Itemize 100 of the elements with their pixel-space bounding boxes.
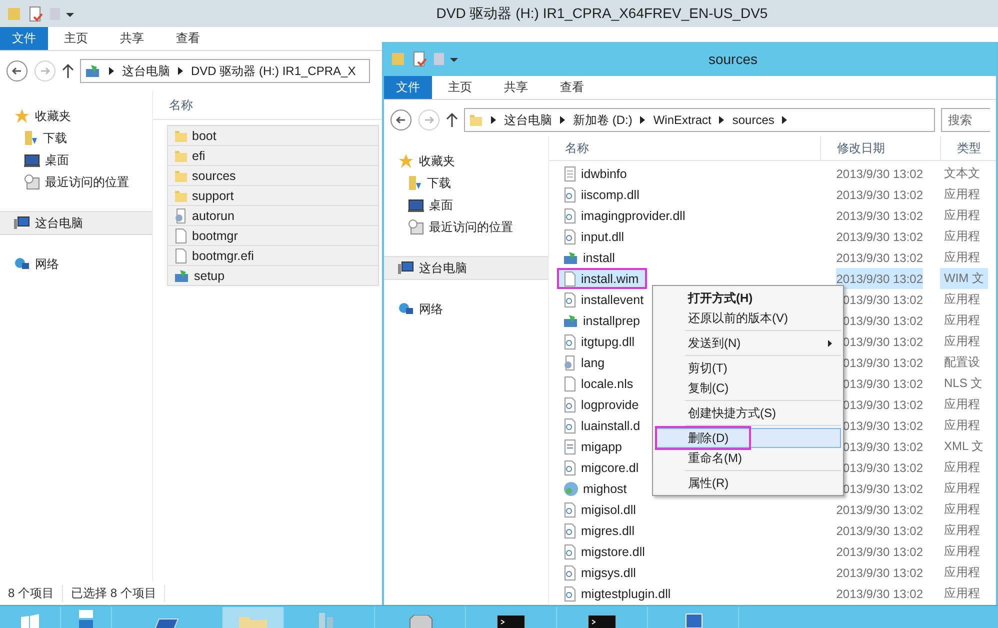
menu-item[interactable]: 发送到(N)	[655, 333, 841, 353]
server-manager-icon[interactable]	[78, 609, 94, 628]
drive-icon[interactable]	[407, 615, 433, 628]
address-bar[interactable]: 这台电脑 DVD 驱动器 (H:) IR1_CPRA_X	[80, 59, 370, 83]
nav-item[interactable]: 下载	[0, 127, 152, 149]
back-button[interactable]	[6, 60, 28, 82]
nav-item[interactable]: 这台电脑	[0, 211, 152, 235]
file-name[interactable]: migstore.dll	[557, 541, 653, 562]
desktop-icon	[408, 198, 424, 212]
file-row[interactable]: sources	[167, 165, 379, 186]
installer-icon	[563, 314, 579, 328]
nav-item[interactable]: 收藏夹	[384, 150, 548, 172]
window-title: DVD 驱动器 (H:) IR1_CPRA_X64FREV_EN-US_DV5	[435, 4, 769, 22]
column-header[interactable]: 类型	[941, 140, 981, 156]
nav-item[interactable]: 收藏夹	[0, 105, 152, 127]
file-name[interactable]: iiscomp.dll	[557, 184, 648, 205]
file-row[interactable]: setup	[167, 265, 379, 286]
file-row[interactable]: efi	[167, 145, 379, 166]
breadcrumb[interactable]: WinExtract	[653, 113, 712, 127]
breadcrumb[interactable]: DVD 驱动器 (H:) IR1_CPRA_X	[191, 62, 356, 80]
back-button[interactable]	[390, 109, 412, 131]
menu-item[interactable]: 剪切(T)	[655, 358, 841, 378]
menu-item[interactable]: 创建快捷方式(S)	[655, 403, 841, 423]
nav-item[interactable]: 网络	[0, 253, 152, 275]
file-name[interactable]: installevent	[557, 289, 652, 310]
column-header[interactable]: 修改日期	[821, 136, 941, 160]
ribbon-tab[interactable]: 主页	[48, 27, 104, 50]
up-arrow-icon[interactable]	[446, 113, 458, 127]
ribbon-tab[interactable]: 查看	[544, 76, 600, 99]
type-cell-text: NLS 文	[943, 375, 984, 392]
dll-file-icon	[563, 544, 577, 560]
nav-item[interactable]: 这台电脑	[384, 256, 548, 280]
nav-item[interactable]: 下载	[384, 172, 548, 194]
menu-item[interactable]: 属性(R)	[655, 473, 841, 493]
breadcrumb[interactable]: 新加卷 (D:)	[573, 112, 632, 128]
menu-item[interactable]: 打开方式(H)	[655, 288, 841, 308]
date-cell-text: 2013/9/30 13:02	[836, 586, 923, 602]
file-name[interactable]: itgtupg.dll	[557, 331, 643, 352]
column-header[interactable]: 名称	[153, 96, 193, 114]
nav-label: 这台电脑	[419, 260, 467, 276]
console-icon[interactable]	[497, 615, 525, 628]
ribbon-tab[interactable]: 文件	[384, 76, 432, 99]
file-row[interactable]: bootmgr.efi	[167, 245, 379, 266]
type-cell-text: 应用程	[943, 417, 981, 434]
ribbon-tab[interactable]: 共享	[488, 76, 544, 99]
ribbon-tab[interactable]: 共享	[104, 27, 160, 50]
file-name: support	[168, 186, 242, 204]
menu-item[interactable]: 复制(C)	[655, 378, 841, 398]
file-name[interactable]: migtestplugin.dll	[557, 583, 679, 604]
file-name[interactable]: migsys.dll	[557, 562, 644, 583]
file-name[interactable]: migisol.dll	[557, 499, 644, 520]
address-bar[interactable]: 这台电脑 新加卷 (D:) WinExtract sources	[464, 108, 935, 132]
file-name[interactable]: installprep	[557, 310, 648, 331]
file-name[interactable]: install	[557, 247, 623, 268]
type-cell-text: 应用程	[943, 459, 981, 476]
file-row[interactable]: boot	[167, 125, 379, 146]
menu-item[interactable]: 还原以前的版本(V)	[655, 308, 841, 328]
file-name[interactable]: migapp	[557, 436, 630, 457]
file-name[interactable]: imagingprovider.dll	[557, 205, 694, 226]
file-name[interactable]: logprovide	[557, 394, 647, 415]
file-row[interactable]: support	[167, 185, 379, 206]
column-header[interactable]: 名称	[549, 136, 821, 160]
date-cell-text: 2013/9/30 13:02	[836, 208, 923, 224]
menu-item[interactable]: 重命名(M)	[655, 448, 841, 468]
nav-label: 网络	[419, 300, 443, 318]
console-icon[interactable]	[588, 615, 616, 628]
file-row[interactable]: autorun	[167, 205, 379, 226]
ribbon-tab[interactable]: 主页	[432, 76, 488, 99]
dll-file-icon	[563, 418, 577, 434]
nav-item[interactable]: 网络	[384, 298, 548, 320]
file-name[interactable]: locale.nls	[557, 373, 642, 394]
breadcrumb[interactable]: 这台电脑	[122, 62, 170, 80]
date-cell-text: 2013/9/30 13:02	[836, 166, 923, 182]
file-name[interactable]: idwbinfo	[557, 163, 635, 184]
download-folder-icon	[24, 130, 38, 146]
file-name[interactable]: install.wim	[557, 268, 647, 289]
nav-item[interactable]: 桌面	[384, 194, 548, 216]
nav-item[interactable]: 桌面	[0, 149, 152, 171]
powershell-icon[interactable]	[155, 617, 179, 628]
text-file-icon	[563, 166, 577, 182]
file-name[interactable]: mighost	[557, 478, 635, 499]
star-icon	[14, 108, 30, 124]
ribbon-tab[interactable]: 查看	[160, 27, 216, 50]
file-row[interactable]: bootmgr	[167, 225, 379, 246]
file-icon	[563, 270, 577, 286]
type-cell-text: 应用程	[943, 396, 981, 413]
date-cell-text: 013/9/30 13:02	[842, 334, 923, 350]
nav-item[interactable]: 最近访问的位置	[0, 171, 152, 193]
up-arrow-icon[interactable]	[62, 64, 74, 78]
search-field[interactable]: 搜索	[941, 108, 990, 132]
file-name[interactable]: lang	[557, 352, 613, 373]
nav-item[interactable]: 最近访问的位置	[384, 216, 548, 238]
file-name[interactable]: migres.dll	[557, 520, 642, 541]
ribbon-tab[interactable]: 文件	[0, 27, 48, 50]
file-name[interactable]: luainstall.d	[557, 415, 648, 436]
breadcrumb[interactable]: sources	[732, 113, 774, 127]
file-name[interactable]: migcore.dl	[557, 457, 647, 478]
file-name[interactable]: input.dll	[557, 226, 632, 247]
menu-item[interactable]: 删除(D)	[655, 428, 841, 448]
breadcrumb[interactable]: 这台电脑	[504, 112, 552, 128]
